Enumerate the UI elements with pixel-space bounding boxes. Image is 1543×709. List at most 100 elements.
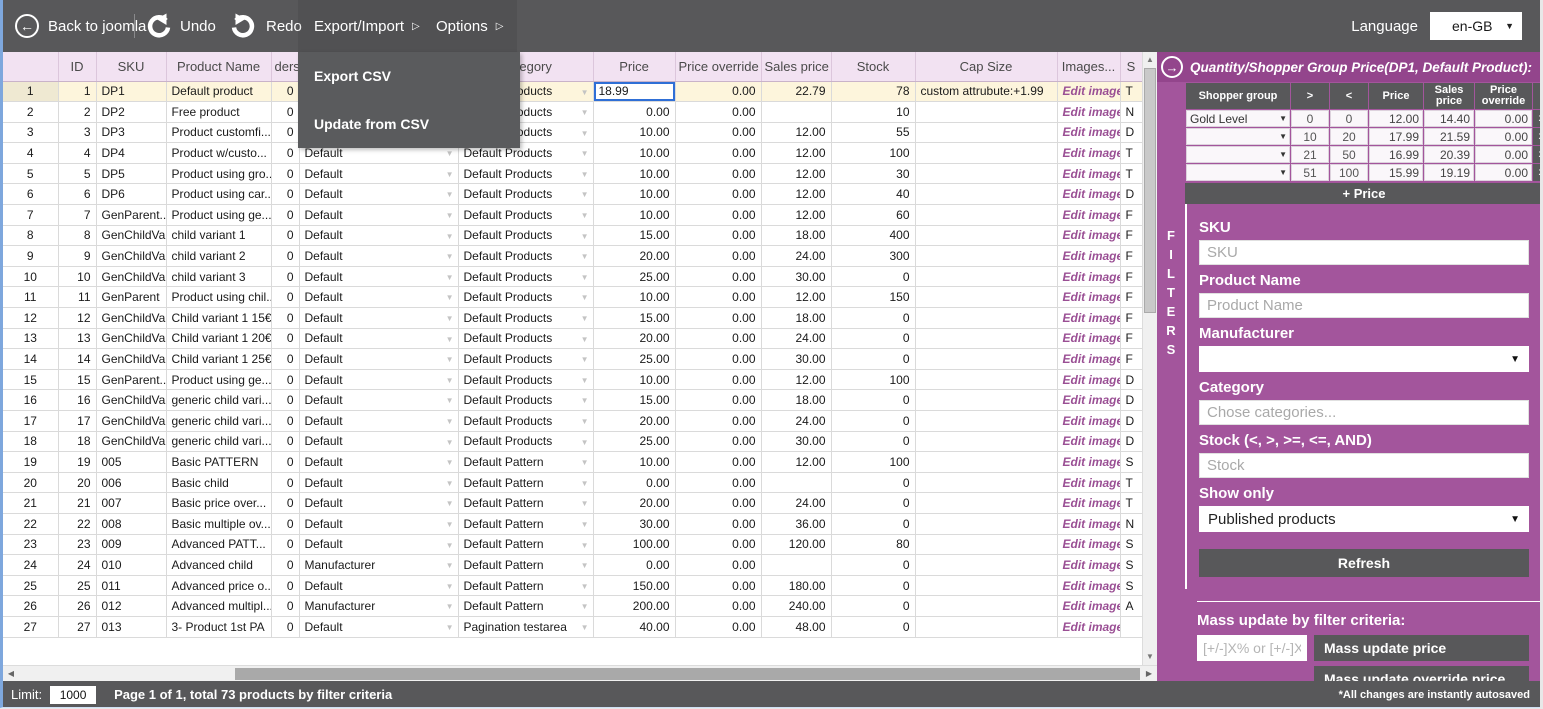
cell-manuf[interactable]: Default▼ (299, 246, 458, 267)
qsg-cell-sales[interactable]: 21.59 (1424, 128, 1474, 145)
vertical-scrollbar-thumb[interactable] (1144, 68, 1156, 313)
cell-price[interactable]: 15.00 (593, 308, 675, 329)
cell-sku[interactable]: GenChildVa... (96, 349, 166, 370)
cell-cap[interactable] (915, 349, 1057, 370)
cell-stock[interactable]: 0 (831, 328, 915, 349)
stock-filter-input[interactable] (1199, 453, 1529, 478)
cell-images[interactable]: Edit images (1057, 390, 1120, 411)
cell-cap[interactable] (915, 555, 1057, 576)
cell-cat[interactable]: Default Pattern▼ (458, 452, 593, 473)
qsg-cell-override[interactable]: 0.00 (1475, 110, 1532, 127)
cell-num[interactable]: 25 (3, 575, 58, 596)
menu-export-import[interactable]: Export/Import ▷ (298, 0, 420, 52)
cell-manuf[interactable]: Default▼ (299, 452, 458, 473)
cell-num[interactable]: 9 (3, 246, 58, 267)
scroll-up-icon[interactable]: ▲ (1143, 53, 1157, 67)
qsg-shopper-group-select[interactable]: Gold Level▼ (1186, 110, 1290, 127)
cell-cap[interactable] (915, 452, 1057, 473)
cell-cat[interactable]: Default Products▼ (458, 287, 593, 308)
cell-images[interactable]: Edit images (1057, 369, 1120, 390)
cell-stock[interactable]: 0 (831, 472, 915, 493)
edit-images-link[interactable]: Edit images (1063, 599, 1121, 613)
cell-name[interactable]: 3- Product 1st PA (166, 616, 271, 637)
cell-num[interactable]: 24 (3, 555, 58, 576)
cell-manuf[interactable]: Default▼ (299, 513, 458, 534)
cell-sku[interactable]: DP3 (96, 122, 166, 143)
qsg-cell-sales[interactable]: 14.40 (1424, 110, 1474, 127)
edit-images-link[interactable]: Edit images (1063, 290, 1121, 304)
cell-images[interactable]: Edit images (1057, 163, 1120, 184)
cell-sales[interactable]: 18.00 (761, 225, 831, 246)
cell-name[interactable]: generic child vari... (166, 390, 271, 411)
cell-cap[interactable] (915, 616, 1057, 637)
cell-stock[interactable]: 150 (831, 287, 915, 308)
cell-num[interactable]: 11 (3, 287, 58, 308)
cell-num[interactable]: 10 (3, 266, 58, 287)
horizontal-scrollbar-thumb[interactable] (235, 668, 1140, 680)
cell-num[interactable]: 2 (3, 102, 58, 123)
cell-sales[interactable]: 12.00 (761, 143, 831, 164)
cell-name[interactable]: Product customfi... (166, 122, 271, 143)
qsg-shopper-group-select[interactable]: ▼ (1186, 164, 1290, 181)
cell-sku[interactable]: GenChildVa... (96, 266, 166, 287)
cell-override[interactable]: 0.00 (675, 390, 761, 411)
cell-sales[interactable]: 48.00 (761, 616, 831, 637)
cell-images[interactable]: Edit images (1057, 143, 1120, 164)
cell-override[interactable]: 0.00 (675, 163, 761, 184)
cell-cat[interactable]: Default Pattern▼ (458, 555, 593, 576)
cell-name[interactable]: Advanced PATT... (166, 534, 271, 555)
cell-override[interactable]: 0.00 (675, 246, 761, 267)
limit-input[interactable] (50, 686, 96, 704)
edit-images-link[interactable]: Edit images (1063, 125, 1121, 139)
cell-cap[interactable] (915, 184, 1057, 205)
col-header-name[interactable]: Product Name (166, 52, 271, 81)
edit-images-link[interactable]: Edit images (1063, 537, 1121, 551)
cell-sales[interactable]: 24.00 (761, 328, 831, 349)
cell-override[interactable]: 0.00 (675, 308, 761, 329)
qsg-cell-gt[interactable]: 51 (1291, 164, 1329, 181)
cell-images[interactable]: Edit images (1057, 266, 1120, 287)
cell-cat[interactable]: Default Products▼ (458, 328, 593, 349)
cell-num[interactable]: 17 (3, 411, 58, 432)
cell-num[interactable]: 8 (3, 225, 58, 246)
qsg-cell-sales[interactable]: 19.19 (1424, 164, 1474, 181)
cell-override[interactable]: 0.00 (675, 81, 761, 102)
cell-name[interactable]: Basic PATTERN (166, 452, 271, 473)
edit-images-link[interactable]: Edit images (1063, 352, 1121, 366)
redo-button[interactable]: Redo (231, 0, 302, 52)
cell-override[interactable]: 0.00 (675, 575, 761, 596)
menu-options[interactable]: Options ▷ (420, 0, 517, 52)
cell-price[interactable]: 150.00 (593, 575, 675, 596)
cell-images[interactable]: Edit images (1057, 575, 1120, 596)
cell-name[interactable]: Product using chil... (166, 287, 271, 308)
cell-price[interactable]: 10.00 (593, 452, 675, 473)
cell-cat[interactable]: Default Pattern▼ (458, 493, 593, 514)
cell-sales[interactable]: 24.00 (761, 493, 831, 514)
cell-stock[interactable]: 0 (831, 616, 915, 637)
cell-cat[interactable]: Default Pattern▼ (458, 596, 593, 617)
cell-stock[interactable]: 0 (831, 390, 915, 411)
cell-sku[interactable]: 009 (96, 534, 166, 555)
cell-manuf[interactable]: Default▼ (299, 575, 458, 596)
cell-images[interactable]: Edit images (1057, 308, 1120, 329)
menu-item-export-csv[interactable]: Export CSV (298, 52, 520, 100)
cell-price[interactable]: 25.00 (593, 266, 675, 287)
cell-sku[interactable]: GenChildVa... (96, 411, 166, 432)
cell-name[interactable]: Basic multiple ov... (166, 513, 271, 534)
language-select[interactable]: en-GB ▼ (1430, 12, 1522, 40)
cell-manuf[interactable]: Default▼ (299, 431, 458, 452)
cell-cap[interactable] (915, 513, 1057, 534)
cell-cat[interactable]: Default Products▼ (458, 246, 593, 267)
cell-sku[interactable]: GenChildVa... (96, 431, 166, 452)
cell-cap[interactable] (915, 287, 1057, 308)
qsg-cell-lt[interactable]: 50 (1330, 146, 1368, 163)
cell-cat[interactable]: Default Pattern▼ (458, 575, 593, 596)
cell-num[interactable]: 14 (3, 349, 58, 370)
cell-manuf[interactable]: Default▼ (299, 287, 458, 308)
cell-manuf[interactable]: Default▼ (299, 205, 458, 226)
edit-images-link[interactable]: Edit images (1063, 558, 1121, 572)
cell-stock[interactable]: 0 (831, 411, 915, 432)
cell-price[interactable]: 10.00 (593, 184, 675, 205)
cell-sku[interactable]: GenChildVa... (96, 308, 166, 329)
cell-stock[interactable]: 0 (831, 596, 915, 617)
